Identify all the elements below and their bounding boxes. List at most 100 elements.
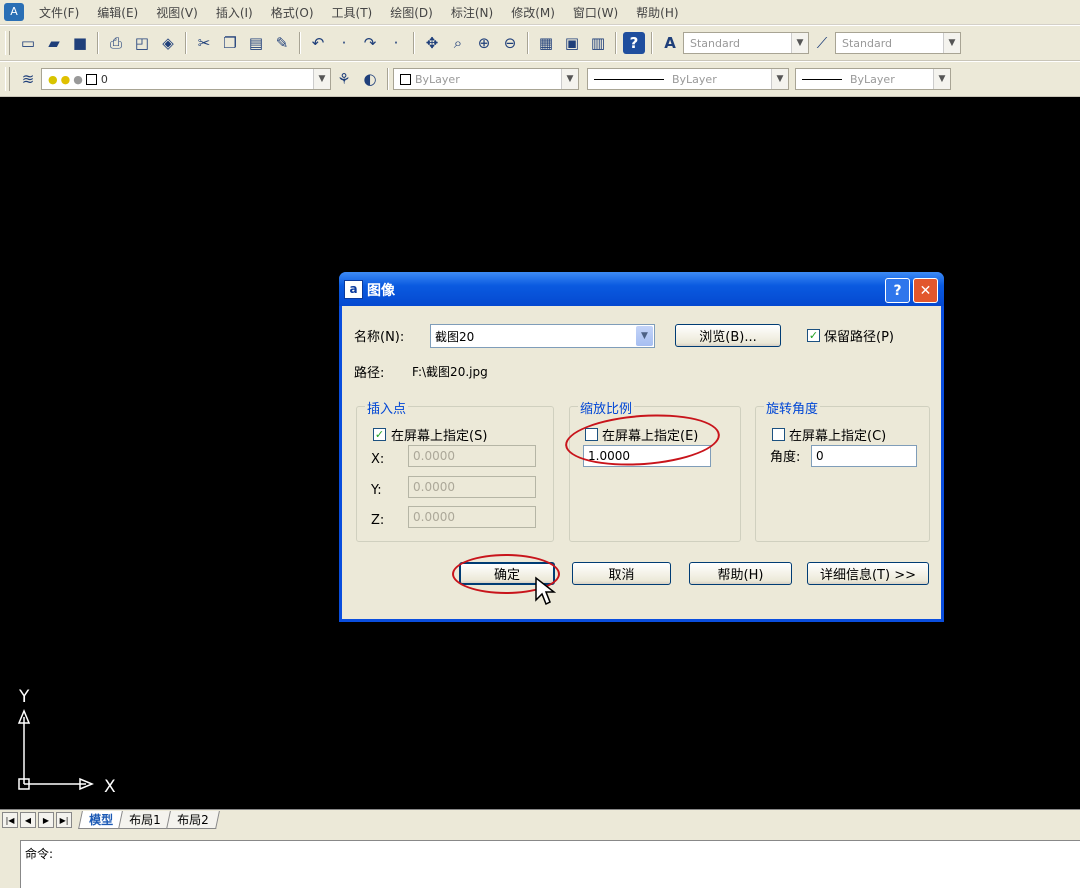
zoom-realtime-icon[interactable]: ⌕ [447, 32, 469, 54]
insertion-point-group: 插入点 ✓ 在屏幕上指定(S) X: 0.0000 Y: 0.0000 Z: 0… [356, 398, 554, 542]
chevron-down-icon[interactable]: ▼ [771, 69, 788, 89]
keep-path-checkbox[interactable]: ✓ [807, 329, 820, 342]
angle-field[interactable]: 0 [811, 445, 917, 467]
help-title-button[interactable]: ? [885, 278, 910, 303]
layer-previous-icon[interactable]: ◐ [359, 68, 381, 90]
lock-icon: ● [73, 72, 83, 86]
layout-tabs-bar: |◀ ◀ ▶ ▶| 模型 布局1 布局2 [0, 809, 1080, 830]
name-value: 截图20 [435, 329, 475, 344]
prev-tab-icon[interactable]: ◀ [20, 812, 36, 828]
cancel-button[interactable]: 取消 [572, 562, 671, 585]
dialog-title-bar[interactable]: a 图像 ? ✕ [339, 272, 944, 306]
linetype-value: ByLayer [672, 72, 717, 86]
text-style-value: Standard [690, 36, 741, 50]
menu-window[interactable]: 窗口(W) [564, 4, 627, 21]
toolbar-separator [651, 32, 653, 54]
chevron-down-icon[interactable]: ▼ [943, 33, 960, 53]
insertion-specify-checkbox[interactable]: ✓ [373, 428, 386, 441]
layer-select[interactable]: ● ● ● 0 ▼ [41, 68, 331, 90]
help-button[interactable]: 帮助(H) [689, 562, 792, 585]
menu-file[interactable]: 文件(F) [30, 4, 88, 21]
menu-edit[interactable]: 编辑(E) [88, 4, 147, 21]
open-file-icon[interactable]: ▰ [43, 32, 65, 54]
keep-path-label: 保留路径(P) [824, 330, 894, 345]
pan-icon[interactable]: ✥ [421, 32, 443, 54]
rotation-specify-label: 在屏幕上指定(C) [789, 429, 887, 444]
chevron-down-icon[interactable]: ▼ [636, 326, 653, 346]
menu-help[interactable]: 帮助(H) [627, 4, 687, 21]
browse-button[interactable]: 浏览(B)... [675, 324, 781, 347]
publish-icon[interactable]: ◈ [157, 32, 179, 54]
next-tab-icon[interactable]: ▶ [38, 812, 54, 828]
menu-insert[interactable]: 插入(I) [207, 4, 262, 21]
zoom-previous-icon[interactable]: ⊖ [499, 32, 521, 54]
new-file-icon[interactable]: ▭ [17, 32, 39, 54]
rotation-title: 旋转角度 [764, 398, 821, 417]
chevron-down-icon[interactable]: ▼ [791, 33, 808, 53]
dimension-style-select[interactable]: Standard ▼ [835, 32, 961, 54]
tab-layout1[interactable]: 布局1 [118, 811, 172, 829]
tab-model[interactable]: 模型 [78, 811, 124, 829]
color-select[interactable]: ByLayer ▼ [393, 68, 579, 90]
first-tab-icon[interactable]: |◀ [2, 812, 18, 828]
command-area: 命令: [0, 830, 1080, 888]
plot-preview-icon[interactable]: ◰ [131, 32, 153, 54]
paste-icon[interactable]: ▤ [245, 32, 267, 54]
name-combo[interactable]: 截图20 ▼ [430, 324, 655, 348]
linetype-select[interactable]: ByLayer ▼ [587, 68, 789, 90]
sun-icon: ● [60, 72, 71, 86]
undo-icon[interactable]: ↶ [307, 32, 329, 54]
toolbar-grip[interactable] [5, 67, 10, 91]
text-style-icon[interactable]: A [659, 32, 681, 54]
image-dialog: a 图像 ? ✕ 名称(N): 截图20 ▼ 浏览(B)... ✓ 保留路径(P… [339, 272, 944, 622]
chevron-down-icon[interactable]: ▼ [933, 69, 950, 89]
last-tab-icon[interactable]: ▶| [56, 812, 72, 828]
lineweight-select[interactable]: ByLayer ▼ [795, 68, 951, 90]
menu-format[interactable]: 格式(O) [262, 4, 323, 21]
close-button[interactable]: ✕ [913, 278, 938, 303]
x-field[interactable]: 0.0000 [408, 445, 536, 467]
chevron-down-icon[interactable]: ▼ [561, 69, 578, 89]
rotation-specify-checkbox[interactable] [772, 428, 785, 441]
z-label: Z: [371, 513, 385, 528]
match-properties-icon[interactable]: ✎ [271, 32, 293, 54]
layer-color-swatch [85, 73, 97, 85]
redo-dropdown-icon[interactable]: · [385, 32, 407, 54]
menu-draw[interactable]: 绘图(D) [381, 4, 442, 21]
copy-icon[interactable]: ❐ [219, 32, 241, 54]
z-field[interactable]: 0.0000 [408, 506, 536, 528]
menu-view[interactable]: 视图(V) [147, 4, 207, 21]
save-icon[interactable]: ■ [69, 32, 91, 54]
help-icon[interactable]: ? [623, 32, 645, 54]
plot-icon[interactable]: ⎙ [105, 32, 127, 54]
zoom-window-icon[interactable]: ⊕ [473, 32, 495, 54]
tab-layout2[interactable]: 布局2 [165, 811, 220, 829]
menu-modify[interactable]: 修改(M) [502, 4, 564, 21]
chevron-down-icon[interactable]: ▼ [313, 69, 330, 89]
path-value: F:\截图20.jpg [412, 365, 488, 379]
name-label: 名称(N): [354, 330, 405, 345]
menu-bar: A 文件(F) 编辑(E) 视图(V) 插入(I) 格式(O) 工具(T) 绘图… [0, 0, 1080, 25]
menu-dimension[interactable]: 标注(N) [442, 4, 502, 21]
toolbar-grip[interactable] [5, 31, 10, 55]
tool-palettes-icon[interactable]: ▥ [587, 32, 609, 54]
layer-manager-icon[interactable]: ≋ [17, 68, 39, 90]
y-field[interactable]: 0.0000 [408, 476, 536, 498]
ucs-y-label: Y [19, 687, 30, 707]
cut-icon[interactable]: ✂ [193, 32, 215, 54]
undo-dropdown-icon[interactable]: · [333, 32, 355, 54]
autocad-app-icon[interactable]: A [4, 3, 24, 21]
properties-icon[interactable]: ▦ [535, 32, 557, 54]
toolbar-separator [97, 32, 99, 54]
text-style-select[interactable]: Standard ▼ [683, 32, 809, 54]
menu-tools[interactable]: 工具(T) [323, 4, 382, 21]
dimension-style-icon[interactable]: ⟋ [811, 32, 833, 54]
toolbar-separator [615, 32, 617, 54]
toolbar-separator [413, 32, 415, 54]
design-center-icon[interactable]: ▣ [561, 32, 583, 54]
redo-icon[interactable]: ↷ [359, 32, 381, 54]
command-line[interactable]: 命令: [20, 840, 1080, 888]
details-button[interactable]: 详细信息(T) >> [807, 562, 929, 585]
toolbar-separator [387, 68, 389, 90]
make-current-layer-icon[interactable]: ⚘ [333, 68, 355, 90]
